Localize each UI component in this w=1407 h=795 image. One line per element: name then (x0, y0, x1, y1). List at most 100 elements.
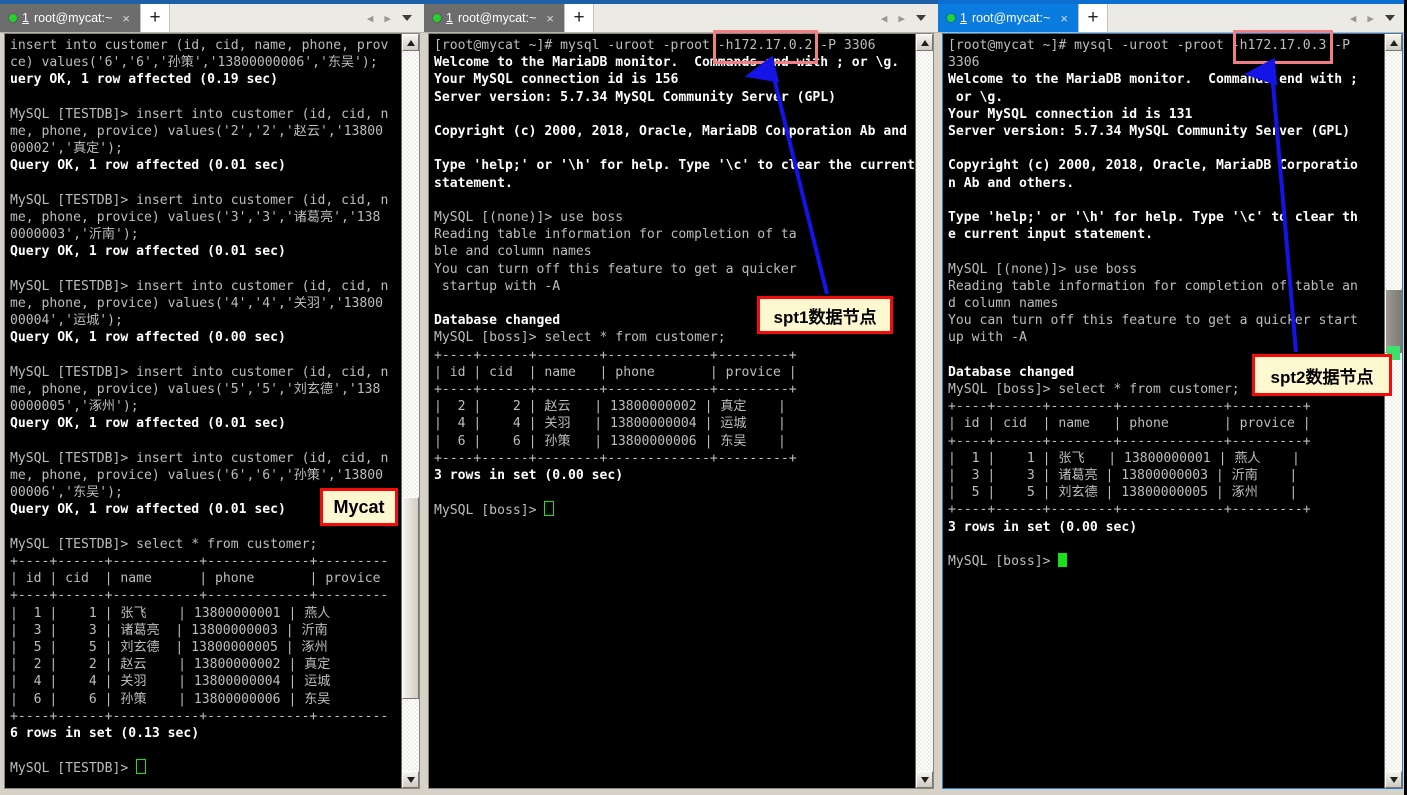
terminal-line: or \g. (948, 89, 1004, 105)
prev-tab-icon[interactable]: ◀ (1350, 12, 1357, 25)
tab-nav-controls: ◀ ▶ (881, 4, 938, 32)
scrollbar-track[interactable] (916, 51, 933, 771)
green-dot-icon (433, 14, 441, 22)
tab-root-mycat[interactable]: 1 root@mycat:~ × (0, 4, 140, 32)
terminal-line: 0000003','沂南'); (10, 227, 139, 243)
terminal-window-spt1: 1 root@mycat:~ × + ◀ ▶ [root@mycat ~]# m… (424, 0, 938, 795)
tab-bar-spacer (1108, 4, 1350, 32)
terminal-line: Query OK, 1 row affected (0.01 sec) (10, 158, 286, 174)
new-tab-button[interactable]: + (564, 4, 594, 32)
scrollbar-vertical[interactable] (401, 34, 419, 788)
terminal-line: | 2 | 2 | 赵云 | 13800000002 | 真定 | (434, 399, 786, 415)
next-tab-icon[interactable]: ▶ (1367, 12, 1374, 25)
terminal-line: n Ab and others. (948, 175, 1075, 191)
tab-bar-spacer (594, 4, 881, 32)
terminal-line: MySQL [TESTDB]> insert into customer (id… (10, 192, 389, 208)
terminal-line: 0000005','涿州'); (10, 399, 139, 415)
chevron-down-icon[interactable] (916, 15, 926, 21)
scrollbar-vertical[interactable] (1384, 34, 1402, 788)
chevron-down-icon[interactable] (402, 15, 412, 21)
terminal-line: ble and column names (434, 244, 592, 260)
scroll-up-icon[interactable] (1385, 34, 1402, 51)
chevron-down-icon[interactable] (1385, 15, 1395, 21)
close-icon[interactable]: × (1056, 12, 1072, 25)
terminal-line: | 6 | 6 | 孙策 | 13800000006 | 东吴 | (434, 433, 786, 449)
scrollbar-thumb[interactable] (402, 497, 419, 699)
terminal-line: Copyright (c) 2000, 2018, Oracle, MariaD… (434, 124, 907, 139)
terminal-line: Type 'help;' or '\h' for help. Type '\c'… (434, 158, 915, 174)
terminal-line: MySQL [TESTDB]> select * from customer; (10, 536, 318, 552)
annotation-label: spt2数据节点 (1270, 367, 1374, 387)
new-tab-button[interactable]: + (1078, 4, 1108, 32)
tab-number: 1 (22, 11, 29, 25)
terminal-line: [root@mycat ~]# mysql -uroot -proot -h17… (434, 38, 876, 53)
terminal-line: 00002','真定'); (10, 141, 123, 157)
scroll-up-icon[interactable] (916, 34, 933, 51)
terminal-line: Copyright (c) 2000, 2018, Oracle, MariaD… (948, 158, 1358, 174)
highlight-box-host-2 (1233, 30, 1333, 64)
close-icon[interactable]: × (118, 12, 134, 25)
terminal-output[interactable]: [root@mycat ~]# mysql -uroot -proot -h17… (429, 34, 915, 788)
new-tab-button[interactable]: + (140, 4, 170, 32)
terminal-line: startup with -A (434, 278, 561, 294)
terminal-line: You can turn off this feature to get a q… (434, 261, 797, 277)
terminal-line: me, phone, provice) values('5','5','刘玄德'… (10, 382, 381, 397)
next-tab-icon[interactable]: ▶ (384, 12, 391, 25)
terminal-line: | 5 | 5 | 刘玄德 | 13800000005 | 涿州 (10, 640, 328, 656)
terminal-cursor (544, 501, 555, 517)
terminal-line: me, phone, provice) values('4','4','关羽',… (10, 296, 384, 311)
terminal-line: uery OK, 1 row affected (0.19 sec) (10, 72, 279, 88)
next-tab-icon[interactable]: ▶ (898, 12, 905, 25)
terminal-line: | 2 | 2 | 赵云 | 13800000002 | 真定 (10, 657, 331, 673)
terminal-line: Your MySQL connection id is 156 (434, 72, 679, 88)
terminal-line: me, phone, provice) values('2','2','赵云',… (10, 124, 384, 139)
scroll-down-icon[interactable] (1385, 771, 1402, 788)
terminal-output[interactable]: [root@mycat ~]# mysql -uroot -proot -h17… (943, 34, 1384, 788)
scrollbar-vertical[interactable] (915, 34, 933, 788)
terminal-line: You can turn off this feature to get a q… (948, 313, 1358, 329)
terminal-line: +----+------+--------+-------------+----… (948, 399, 1311, 415)
tab-bar-spacer (170, 4, 367, 32)
tab-nav-controls: ◀ ▶ (1350, 4, 1407, 32)
prev-tab-icon[interactable]: ◀ (367, 12, 374, 25)
terminal-line: Welcome to the MariaDB monitor. Commands… (948, 72, 1358, 88)
annotation-spt2: spt2数据节点 (1252, 354, 1392, 396)
terminal-line: Reading table information for completion… (948, 278, 1358, 294)
scroll-down-icon[interactable] (402, 771, 419, 788)
terminal-line: MySQL [boss]> (948, 553, 1384, 570)
terminal-line: | 3 | 3 | 诸葛亮 | 13800000003 | 沂南 | (948, 468, 1298, 484)
terminal-cursor (136, 759, 147, 775)
annotation-mycat: Mycat (320, 488, 398, 526)
terminal-line: +----+------+--------+-------------+----… (434, 347, 797, 363)
terminal-line: Your MySQL connection id is 131 (948, 106, 1193, 122)
terminal-window-spt2: 1 root@mycat:~ × + ◀ ▶ [root@mycat ~]# m… (938, 0, 1407, 795)
terminal-line: insert into customer (id, cid, name, pho… (10, 38, 389, 53)
terminal-line: Reading table information for completion… (434, 227, 797, 243)
tab-title: root@mycat:~ (457, 11, 537, 25)
terminal-line: up with -A (948, 330, 1027, 346)
tab-root-mycat[interactable]: 1 root@mycat:~ × (938, 4, 1078, 32)
scroll-up-icon[interactable] (402, 34, 419, 51)
terminal-output[interactable]: insert into customer (id, cid, name, pho… (5, 34, 401, 788)
scrollbar-track[interactable] (1385, 51, 1402, 771)
tab-title: root@mycat:~ (33, 11, 113, 25)
terminal-line: | 5 | 5 | 刘玄德 | 13800000005 | 涿州 | (948, 485, 1298, 501)
terminal-frame: insert into customer (id, cid, name, pho… (4, 33, 420, 789)
scrollbar-thumb[interactable] (1385, 288, 1402, 354)
scrollbar-track[interactable] (402, 51, 419, 771)
close-icon[interactable]: × (542, 12, 558, 25)
tab-nav-controls: ◀ ▶ (367, 4, 424, 32)
prev-tab-icon[interactable]: ◀ (881, 12, 888, 25)
annotation-label: spt1数据节点 (773, 307, 877, 327)
tab-number: 1 (960, 11, 967, 25)
highlight-box-host-1 (713, 30, 818, 64)
terminal-line: +----+------+-----------+-------------+-… (10, 708, 389, 724)
annotation-spt1: spt1数据节点 (757, 296, 893, 334)
tab-root-mycat[interactable]: 1 root@mycat:~ × (424, 4, 564, 32)
scroll-down-icon[interactable] (916, 771, 933, 788)
